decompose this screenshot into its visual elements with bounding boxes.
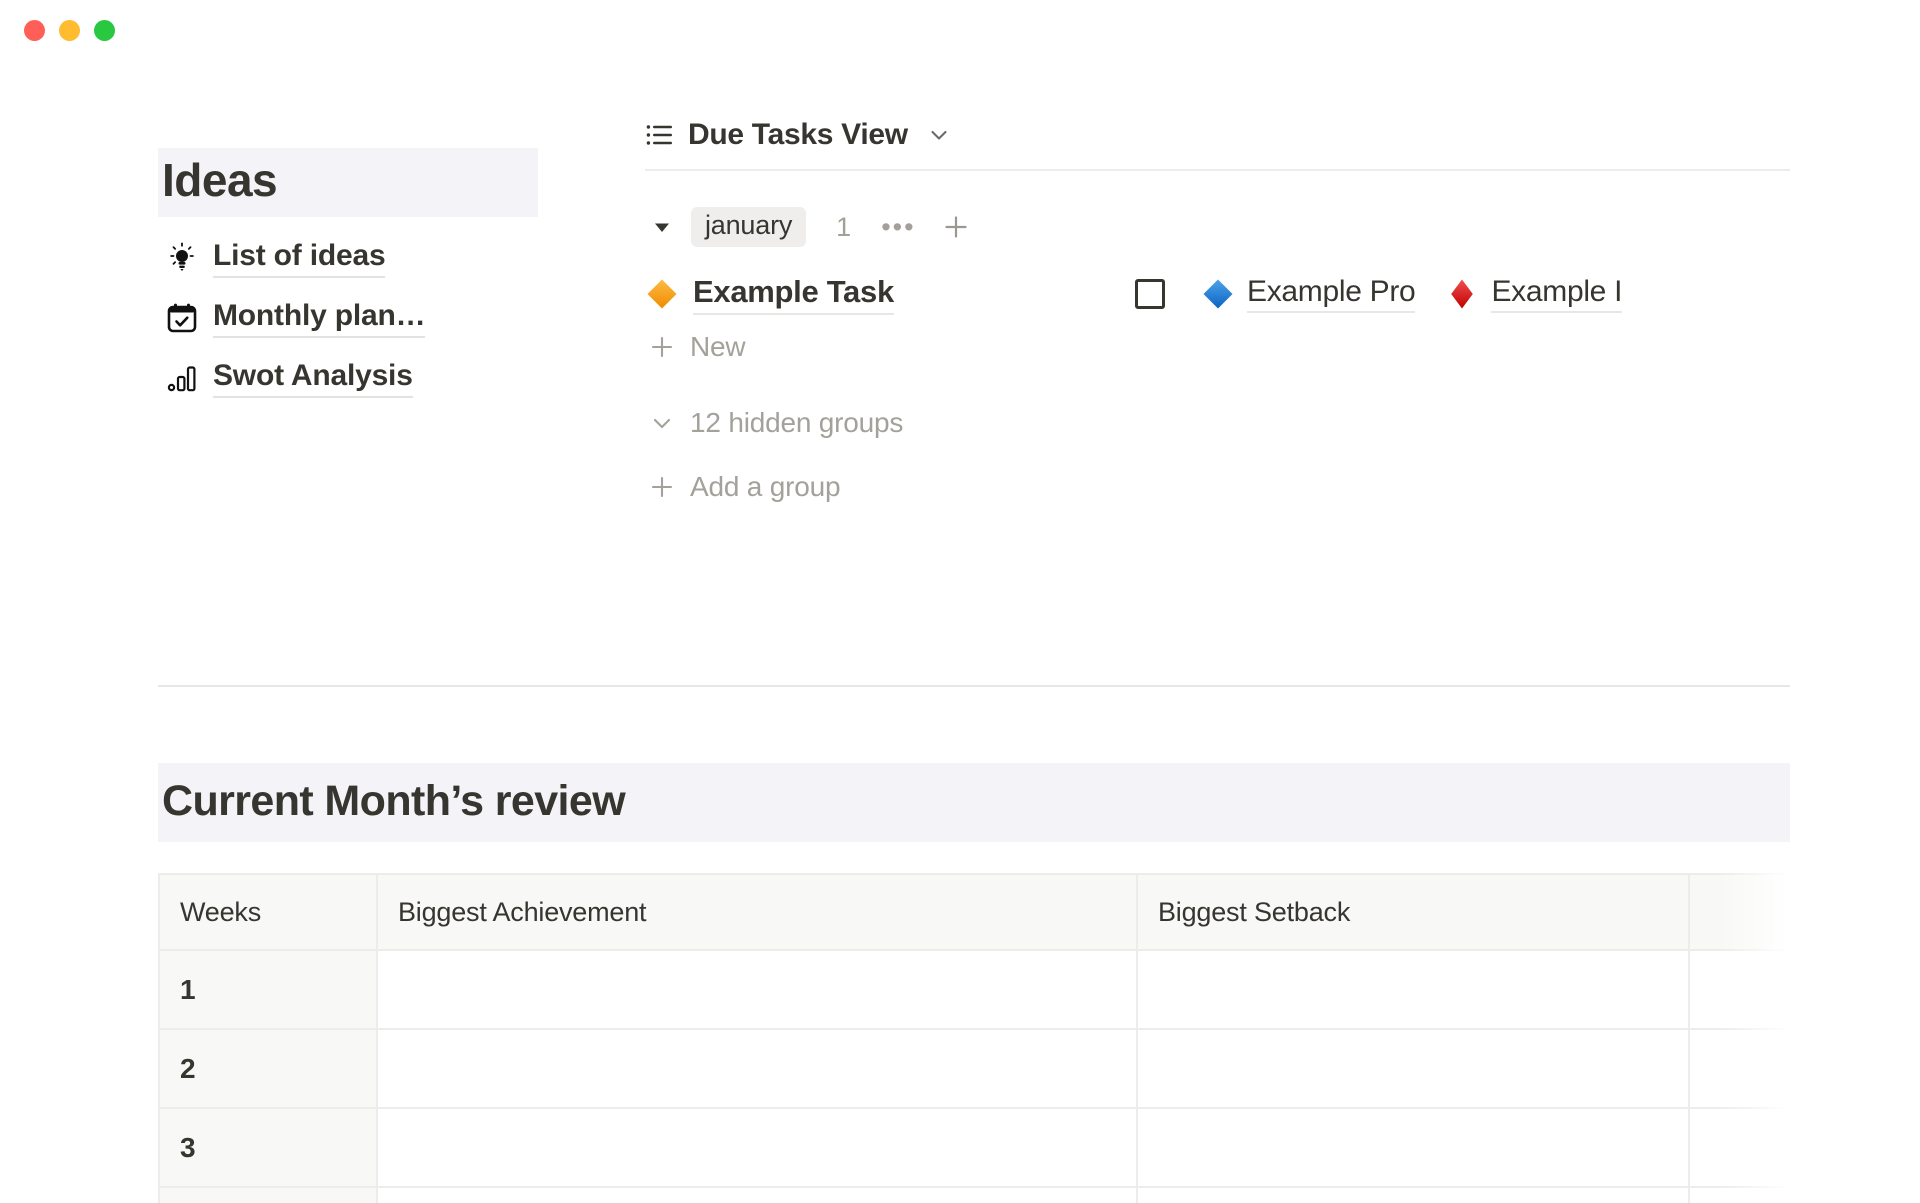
- task-title: Example Task: [693, 274, 894, 315]
- sidebar-item-monthly-plan[interactable]: Monthly plan…: [158, 299, 538, 338]
- task-checkbox[interactable]: [1135, 279, 1165, 309]
- traffic-lights: [24, 20, 115, 41]
- relation-label: Example Pro: [1247, 275, 1416, 313]
- table-row[interactable]: 2: [158, 1028, 1790, 1109]
- cell-extra[interactable]: [1689, 1028, 1790, 1109]
- close-button[interactable]: [24, 20, 45, 41]
- minimize-button[interactable]: [59, 20, 80, 41]
- cell-achievement[interactable]: [377, 1186, 1138, 1203]
- cell-week[interactable]: 2: [158, 1028, 378, 1109]
- cell-setback[interactable]: [1137, 1028, 1690, 1109]
- triangle-down-icon[interactable]: [645, 212, 679, 242]
- cell-achievement[interactable]: [377, 949, 1138, 1030]
- sidebar-item-label: Monthly plan…: [213, 299, 426, 338]
- section-divider: [158, 685, 1790, 687]
- cell-week[interactable]: 1: [158, 949, 378, 1030]
- cell-week[interactable]: 4: [158, 1186, 378, 1203]
- ideas-column: Ideas List of ideas Monthly plan… Swot A…: [158, 148, 538, 398]
- calendar-check-icon: [165, 301, 199, 335]
- review-heading: Current Month’s review: [158, 763, 1790, 842]
- table-row[interactable]: 4: [158, 1186, 1790, 1203]
- plus-icon: [647, 472, 677, 502]
- relation-label: Example I: [1491, 275, 1622, 313]
- table-header-row: Weeks Biggest Achievement Biggest Setbac…: [158, 873, 1790, 951]
- bulleted-list-icon: [645, 120, 675, 150]
- group-more-options-button[interactable]: •••: [881, 213, 915, 240]
- lightbulb-icon: [165, 241, 199, 275]
- cell-extra[interactable]: [1689, 1186, 1790, 1203]
- maximize-button[interactable]: [94, 20, 115, 41]
- database-view-column: Due Tasks View january 1 ••• Example Tas…: [645, 118, 1790, 503]
- bar-chart-icon: [165, 361, 199, 395]
- cell-extra[interactable]: [1689, 1107, 1790, 1188]
- plus-icon: [647, 332, 677, 362]
- task-properties: Example Pro Example I: [1135, 275, 1795, 313]
- review-table: Weeks Biggest Achievement Biggest Setbac…: [158, 873, 1790, 1203]
- review-table-scroll-area[interactable]: Weeks Biggest Achievement Biggest Setbac…: [158, 873, 1790, 1203]
- group-name-badge[interactable]: january: [691, 207, 807, 247]
- cell-setback[interactable]: [1137, 1186, 1690, 1203]
- task-title-cell[interactable]: Example Task: [645, 274, 894, 315]
- table-row[interactable]: Example Task Example Pro Example I: [645, 273, 1790, 315]
- add-group-button[interactable]: Add a group: [645, 471, 1790, 503]
- orange-diamond-icon: [645, 277, 679, 311]
- database-view-title: Due Tasks View: [688, 118, 908, 151]
- relation-chip-idea[interactable]: Example I: [1445, 275, 1622, 313]
- column-header-extra[interactable]: [1689, 873, 1790, 951]
- add-group-label: Add a group: [690, 471, 841, 502]
- cell-achievement[interactable]: [377, 1107, 1138, 1188]
- chevron-down-icon: [647, 408, 677, 438]
- blue-diamond-icon: [1201, 277, 1235, 311]
- ideas-link-list: List of ideas Monthly plan… Swot Analysi…: [158, 239, 538, 398]
- database-header-divider: [645, 169, 1790, 171]
- page-content: Ideas List of ideas Monthly plan… Swot A…: [0, 58, 1920, 1203]
- cell-achievement[interactable]: [377, 1028, 1138, 1109]
- column-header-weeks[interactable]: Weeks: [158, 873, 378, 951]
- database-view-header[interactable]: Due Tasks View: [645, 118, 1790, 169]
- new-row-button[interactable]: New: [645, 331, 1790, 363]
- sidebar-item-list-of-ideas[interactable]: List of ideas: [158, 239, 538, 278]
- group-add-item-button[interactable]: [942, 213, 970, 241]
- column-header-achievement[interactable]: Biggest Achievement: [377, 873, 1138, 951]
- relation-chip-project[interactable]: Example Pro: [1201, 275, 1416, 313]
- cell-setback[interactable]: [1137, 1107, 1690, 1188]
- sidebar-item-label: List of ideas: [213, 239, 386, 278]
- table-row[interactable]: 3: [158, 1107, 1790, 1188]
- red-diamond-icon: [1445, 277, 1479, 311]
- sidebar-item-label: Swot Analysis: [213, 359, 413, 398]
- chevron-down-icon[interactable]: [926, 122, 952, 148]
- new-row-label: New: [690, 331, 746, 362]
- cell-week[interactable]: 3: [158, 1107, 378, 1188]
- window-title-bar: [0, 0, 1920, 58]
- group-count: 1: [836, 211, 852, 242]
- cell-extra[interactable]: [1689, 949, 1790, 1030]
- hidden-groups-label: 12 hidden groups: [690, 407, 904, 438]
- column-header-setback[interactable]: Biggest Setback: [1137, 873, 1690, 951]
- cell-setback[interactable]: [1137, 949, 1690, 1030]
- ideas-heading: Ideas: [158, 148, 538, 217]
- hidden-groups-toggle[interactable]: 12 hidden groups: [645, 407, 1790, 439]
- sidebar-item-swot-analysis[interactable]: Swot Analysis: [158, 359, 538, 398]
- group-header-january: january 1 •••: [645, 207, 1790, 247]
- table-row[interactable]: 1: [158, 949, 1790, 1030]
